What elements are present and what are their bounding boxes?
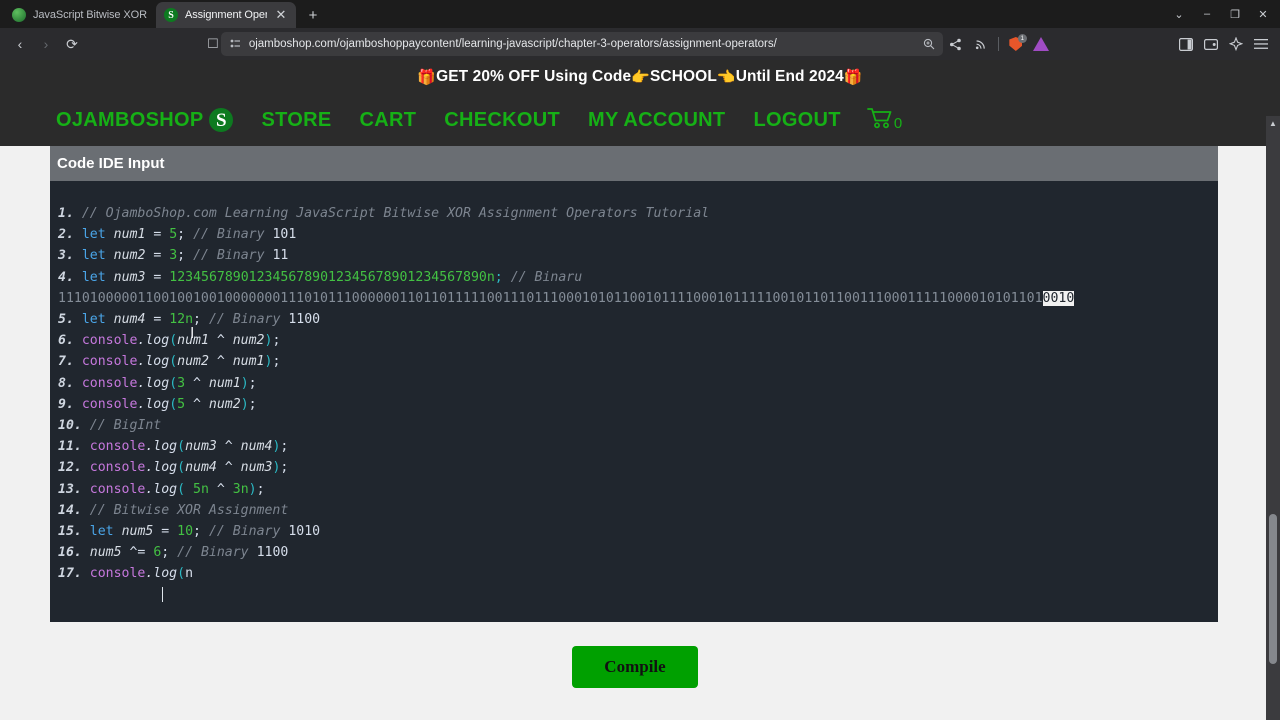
cart-link[interactable]: 0: [867, 107, 902, 134]
minimize-button[interactable]: –: [1194, 4, 1220, 24]
brand-name: OJAMBOSHOP: [56, 109, 203, 132]
window-close-button[interactable]: ✕: [1250, 4, 1276, 24]
shopping-cart-icon: [867, 107, 893, 134]
compile-button[interactable]: Compile: [572, 646, 697, 688]
toolbar-divider: [998, 37, 999, 51]
forward-icon[interactable]: ›: [34, 32, 58, 56]
leo-triangle-glyph: [1033, 37, 1049, 51]
code-ide-editor[interactable]: 1. // OjamboShop.com Learning JavaScript…: [50, 181, 1218, 622]
code-ide-header: Code IDE Input: [50, 146, 1218, 181]
tab-2-title: Assignment Operators - Oj: [185, 9, 267, 21]
menu-icon[interactable]: [1250, 32, 1272, 56]
shield-glyph: 1: [1008, 36, 1024, 52]
zoom-in-icon[interactable]: [923, 38, 935, 50]
browser-actions: [1175, 32, 1272, 56]
promo-text-1: GET 20% OFF Using Code: [436, 68, 631, 86]
page-viewport: 🎁GET 20% OFF Using Code 👉SCHOOL👈 Until E…: [0, 60, 1280, 720]
shield-badge-count: 1: [1018, 34, 1027, 43]
maximize-button[interactable]: ❐: [1222, 4, 1248, 24]
browser-toolbar: ‹ › ⟳ ☐ ojamboshop.com/ojamboshoppaycont…: [0, 28, 1280, 60]
omnibox-actions: 1: [945, 32, 1052, 56]
text-cursor-ibeam: I: [190, 324, 194, 342]
brave-leo-icon[interactable]: [1030, 32, 1052, 56]
page-body: Code IDE Input 1. // OjamboShop.com Lear…: [0, 146, 1280, 720]
code-content[interactable]: 1. // OjamboShop.com Learning JavaScript…: [58, 203, 1218, 606]
browser-window: JavaScript Bitwise XOR Assignm S Assignm…: [0, 0, 1280, 720]
gift-icon-left: 🎁: [417, 68, 436, 86]
promo-code: SCHOOL: [650, 68, 717, 86]
ojamboshop-s-icon: S: [164, 8, 178, 22]
cart-count: 0: [894, 113, 902, 134]
scroll-up-icon[interactable]: ▲: [1266, 116, 1280, 130]
reload-icon[interactable]: ⟳: [60, 32, 84, 56]
share-icon[interactable]: [945, 32, 967, 56]
ojamboshop-s-logo-icon: S: [209, 108, 233, 132]
chevron-down-icon[interactable]: ⌄: [1166, 4, 1192, 24]
promo-banner: 🎁GET 20% OFF Using Code 👉SCHOOL👈 Until E…: [0, 60, 1280, 94]
back-icon[interactable]: ‹: [8, 32, 32, 56]
nav-item-logout[interactable]: LOGOUT: [753, 109, 840, 132]
close-icon[interactable]: ✕: [274, 8, 288, 22]
nav-item-store[interactable]: STORE: [261, 109, 331, 132]
sidebar-icon[interactable]: [1175, 32, 1197, 56]
browser-tab-1[interactable]: JavaScript Bitwise XOR Assignm: [4, 2, 156, 28]
gift-icon-right: 🎁: [844, 68, 863, 86]
brand-logo-link[interactable]: OJAMBOSHOP S: [56, 108, 233, 132]
scrollbar-thumb[interactable]: [1269, 514, 1277, 664]
page-scrollbar[interactable]: ▲ ▼: [1266, 116, 1280, 720]
pointing-right-icon: 👉: [631, 68, 650, 86]
new-tab-button[interactable]: +: [302, 4, 324, 26]
rss-icon[interactable]: [970, 32, 992, 56]
bookmark-icon[interactable]: ☐: [207, 36, 219, 52]
brave-shields-icon[interactable]: 1: [1005, 32, 1027, 56]
wallet-icon[interactable]: [1200, 32, 1222, 56]
compile-row: Compile: [50, 622, 1220, 688]
url-text: ojamboshop.com/ojamboshoppaycontent/lear…: [249, 38, 915, 50]
omnibox-container: ☐ ojamboshop.com/ojamboshoppaycontent/le…: [86, 32, 1173, 56]
tab-1-title: JavaScript Bitwise XOR Assignm: [33, 9, 148, 21]
address-bar[interactable]: ojamboshop.com/ojamboshoppaycontent/lear…: [221, 32, 943, 56]
code-ide-panel: Code IDE Input 1. // OjamboShop.com Lear…: [50, 146, 1218, 622]
nav-item-my-account[interactable]: MY ACCOUNT: [588, 109, 725, 132]
js-logo-icon: [12, 8, 26, 22]
promo-text-2: Until End 2024: [736, 68, 844, 86]
nav-item-cart[interactable]: CART: [360, 109, 417, 132]
window-controls: ⌄ – ❐ ✕: [1166, 4, 1276, 24]
site-permissions-icon[interactable]: [229, 38, 241, 50]
pointing-left-icon: 👈: [717, 68, 736, 86]
leo-ai-icon[interactable]: [1225, 32, 1247, 56]
browser-tab-2[interactable]: S Assignment Operators - Oj ✕: [156, 2, 296, 28]
tab-strip: JavaScript Bitwise XOR Assignm S Assignm…: [0, 0, 1280, 28]
nav-item-checkout[interactable]: CHECKOUT: [444, 109, 560, 132]
site-navigation: OJAMBOSHOP S STORE CART CHECKOUT MY ACCO…: [0, 94, 1280, 146]
